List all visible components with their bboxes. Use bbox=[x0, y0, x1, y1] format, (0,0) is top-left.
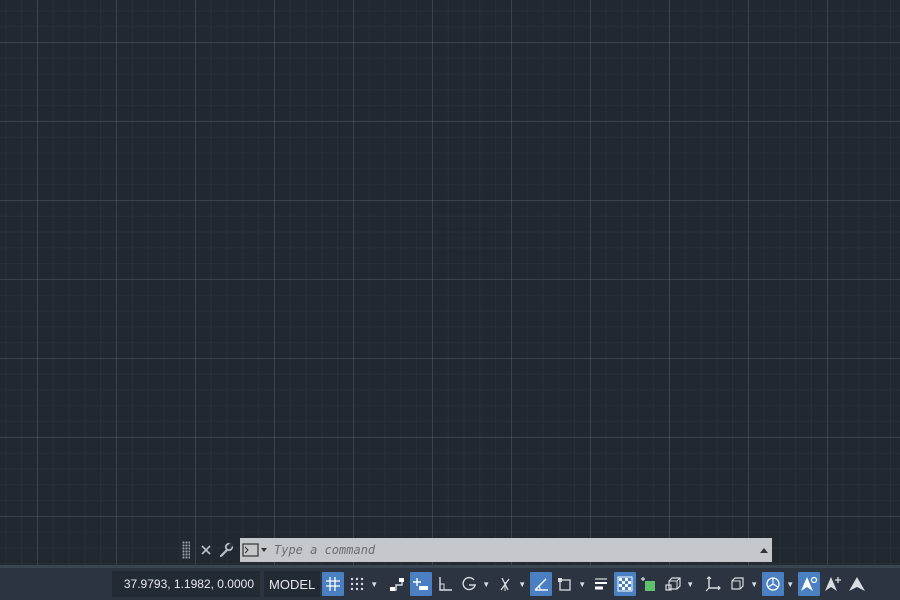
coordinates-readout[interactable]: 37.9793, 1.1982, 0.0000 bbox=[112, 571, 260, 597]
status-bar: 37.9793, 1.1982, 0.0000 MODEL ▼ ▼ ▼ ▼ ▼ bbox=[0, 568, 900, 600]
polar-tracking-icon[interactable] bbox=[458, 572, 480, 596]
3d-object-snap-icon[interactable] bbox=[662, 572, 684, 596]
object-snap-icon[interactable] bbox=[554, 572, 576, 596]
close-icon[interactable] bbox=[196, 539, 216, 561]
snap-mode-icon[interactable] bbox=[346, 572, 368, 596]
chevron-up-icon[interactable] bbox=[756, 538, 772, 562]
ortho-mode-icon[interactable] bbox=[434, 572, 456, 596]
lineweight-icon[interactable] bbox=[590, 572, 612, 596]
object-snap-tracking-icon[interactable] bbox=[530, 572, 553, 596]
dynamic-input-icon[interactable] bbox=[410, 572, 433, 596]
command-input[interactable] bbox=[270, 539, 756, 561]
model-space-button[interactable]: MODEL bbox=[264, 571, 321, 597]
model-space-canvas[interactable] bbox=[0, 0, 900, 565]
chevron-down-icon[interactable]: ▼ bbox=[684, 572, 696, 596]
grid-icon[interactable] bbox=[322, 572, 345, 596]
drag-handle[interactable] bbox=[182, 541, 190, 559]
chevron-down-icon[interactable]: ▼ bbox=[576, 572, 588, 596]
command-line bbox=[182, 538, 772, 562]
isolate-objects-icon[interactable] bbox=[762, 572, 785, 596]
dynamic-ucs-icon[interactable] bbox=[702, 572, 724, 596]
wrench-icon[interactable] bbox=[216, 539, 236, 561]
transparency-icon[interactable] bbox=[614, 572, 637, 596]
chevron-down-icon[interactable]: ▼ bbox=[784, 572, 796, 596]
annotation-visibility-icon[interactable] bbox=[798, 572, 821, 596]
chevron-down-icon[interactable]: ▼ bbox=[368, 572, 380, 596]
chevron-down-icon[interactable]: ▼ bbox=[480, 572, 492, 596]
isodraft-icon[interactable] bbox=[494, 572, 516, 596]
command-prompt-icon[interactable] bbox=[240, 538, 270, 562]
command-box bbox=[240, 538, 772, 562]
autoscale-icon[interactable] bbox=[822, 572, 844, 596]
infer-constraints-icon[interactable] bbox=[386, 572, 408, 596]
chevron-down-icon[interactable]: ▼ bbox=[516, 572, 528, 596]
gizmo-icon[interactable] bbox=[726, 572, 748, 596]
chevron-down-icon[interactable]: ▼ bbox=[748, 572, 760, 596]
selection-cycling-icon[interactable] bbox=[638, 572, 660, 596]
annotation-scale-icon[interactable] bbox=[846, 572, 868, 596]
